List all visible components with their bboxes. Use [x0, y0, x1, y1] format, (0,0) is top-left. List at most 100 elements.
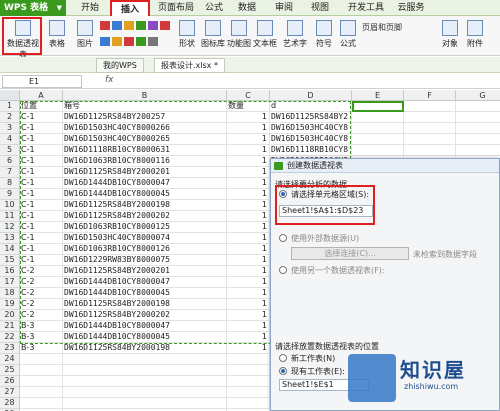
- cell[interactable]: 1: [227, 266, 270, 277]
- cell[interactable]: DW16D1125RS84BY200257: [63, 112, 227, 123]
- cell[interactable]: C-1: [20, 200, 63, 211]
- other-pivot-radio[interactable]: [279, 266, 287, 274]
- cell[interactable]: DW16D1444DB10CY8000045: [63, 332, 227, 343]
- cell[interactable]: [404, 134, 456, 145]
- cell[interactable]: DW16D1125RS84BY2000202: [63, 310, 227, 321]
- row-header[interactable]: 26: [0, 376, 20, 387]
- cell[interactable]: [227, 376, 270, 387]
- column-header-e[interactable]: E: [352, 90, 404, 101]
- cell[interactable]: C-2: [20, 288, 63, 299]
- cell[interactable]: C-1: [20, 222, 63, 233]
- cell[interactable]: [63, 398, 227, 409]
- row-header[interactable]: 16: [0, 266, 20, 277]
- attachment-button[interactable]: 附件: [464, 18, 486, 54]
- cell[interactable]: C-2: [20, 277, 63, 288]
- cell[interactable]: 箱号: [63, 101, 227, 112]
- cell[interactable]: DW16D1444DB10CY8000045: [63, 288, 227, 299]
- cell[interactable]: C-2: [20, 299, 63, 310]
- tab-cloud[interactable]: 云服务: [393, 0, 429, 16]
- cell[interactable]: DW16D1503HC40CY8000265: [63, 134, 227, 145]
- cell[interactable]: DW16D1503HC40CY8: [270, 134, 352, 145]
- cell[interactable]: 数量: [227, 101, 270, 112]
- cell[interactable]: 1: [227, 233, 270, 244]
- row-header[interactable]: 19: [0, 299, 20, 310]
- cell[interactable]: C-1: [20, 244, 63, 255]
- row-header[interactable]: 27: [0, 387, 20, 398]
- column-header-g[interactable]: G: [456, 90, 500, 101]
- cell[interactable]: C-1: [20, 255, 63, 266]
- cell[interactable]: 1: [227, 332, 270, 343]
- existing-sheet-radio[interactable]: [279, 367, 287, 375]
- row-header[interactable]: 8: [0, 178, 20, 189]
- cell[interactable]: [63, 376, 227, 387]
- cell[interactable]: 1: [227, 156, 270, 167]
- cell[interactable]: [20, 387, 63, 398]
- column-header-c[interactable]: C: [227, 90, 270, 101]
- cell[interactable]: 1: [227, 310, 270, 321]
- row-header[interactable]: 4: [0, 134, 20, 145]
- row-header[interactable]: 5: [0, 145, 20, 156]
- cell[interactable]: [456, 134, 500, 145]
- cell[interactable]: 1: [227, 112, 270, 123]
- select-all-corner[interactable]: [0, 90, 20, 101]
- cell[interactable]: 1: [227, 145, 270, 156]
- cell[interactable]: [352, 123, 404, 134]
- cell[interactable]: C-1: [20, 156, 63, 167]
- equation-button[interactable]: 公式: [338, 18, 358, 54]
- tab-formulas[interactable]: 公式: [200, 0, 228, 16]
- cell[interactable]: DW16D1125RS84BY2000198: [63, 299, 227, 310]
- cell[interactable]: C-1: [20, 167, 63, 178]
- row-header[interactable]: 23: [0, 343, 20, 354]
- tab-insert[interactable]: 插入: [110, 0, 150, 16]
- cell[interactable]: [227, 398, 270, 409]
- tab-developer[interactable]: 开发工具: [342, 0, 390, 16]
- tab-review[interactable]: 审阅: [270, 0, 298, 16]
- cell[interactable]: DW16D1063RB10CY8000125: [63, 222, 227, 233]
- cell[interactable]: DW16D1444DB10CY8000045: [63, 189, 227, 200]
- row-header[interactable]: 24: [0, 354, 20, 365]
- row-header[interactable]: 1: [0, 101, 20, 112]
- cell[interactable]: DW16D1063RB10CY8000116: [63, 156, 227, 167]
- row-header[interactable]: 3: [0, 123, 20, 134]
- cell[interactable]: [456, 145, 500, 156]
- tab-page-layout[interactable]: 页面布局: [155, 0, 197, 16]
- cell[interactable]: DW16D1444DB10CY8000047: [63, 277, 227, 288]
- row-header[interactable]: 15: [0, 255, 20, 266]
- cell[interactable]: 1: [227, 200, 270, 211]
- object-button[interactable]: 对象: [440, 18, 460, 54]
- row-header[interactable]: 18: [0, 288, 20, 299]
- row-header[interactable]: 9: [0, 189, 20, 200]
- cell[interactable]: DW16D1118RB10CY8: [270, 145, 352, 156]
- cell[interactable]: C-1: [20, 178, 63, 189]
- active-cell-e1[interactable]: [352, 101, 404, 112]
- cell[interactable]: DW16D1125RS84BY2: [270, 112, 352, 123]
- cell[interactable]: C-2: [20, 266, 63, 277]
- cell[interactable]: DW16D1444DB10CY8000047: [63, 178, 227, 189]
- fx-icon[interactable]: fx: [105, 75, 114, 85]
- textbox-button[interactable]: 文本框: [252, 18, 278, 54]
- cell[interactable]: d: [270, 101, 352, 112]
- row-header[interactable]: 6: [0, 156, 20, 167]
- cell[interactable]: [456, 101, 500, 112]
- row-header[interactable]: 20: [0, 310, 20, 321]
- cell[interactable]: [404, 101, 456, 112]
- row-header[interactable]: 10: [0, 200, 20, 211]
- cell[interactable]: C-1: [20, 134, 63, 145]
- cell[interactable]: C-1: [20, 145, 63, 156]
- function-chart-button[interactable]: 功能图: [226, 18, 252, 54]
- chart-types-row2[interactable]: [100, 36, 160, 48]
- cell[interactable]: [404, 112, 456, 123]
- new-sheet-radio[interactable]: [279, 354, 287, 362]
- cell[interactable]: [456, 112, 500, 123]
- external-source-radio[interactable]: [279, 234, 287, 242]
- cell[interactable]: [63, 387, 227, 398]
- cell[interactable]: 1: [227, 244, 270, 255]
- cell[interactable]: [227, 387, 270, 398]
- tab-home[interactable]: 开始: [76, 0, 104, 16]
- cell[interactable]: [404, 123, 456, 134]
- cell[interactable]: [20, 398, 63, 409]
- row-header[interactable]: 21: [0, 321, 20, 332]
- cell[interactable]: 1: [227, 178, 270, 189]
- cell[interactable]: [20, 365, 63, 376]
- row-header[interactable]: 28: [0, 398, 20, 409]
